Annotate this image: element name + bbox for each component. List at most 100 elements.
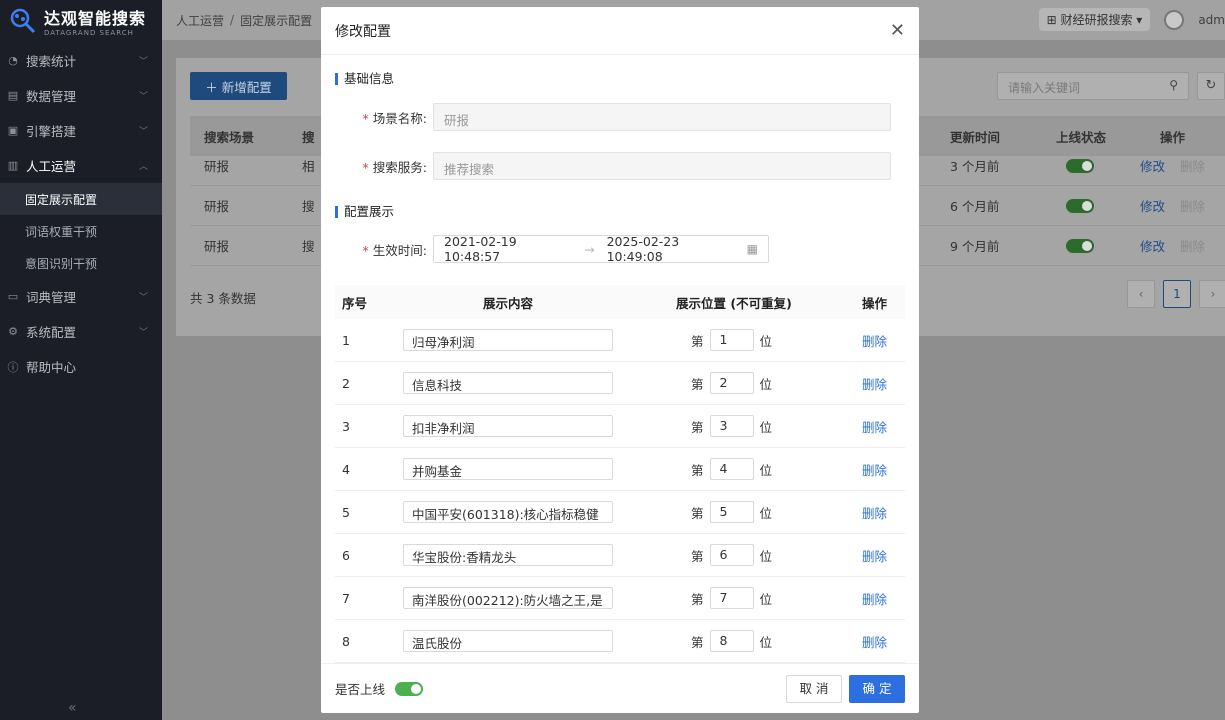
avatar[interactable] — [1164, 9, 1185, 30]
breadcrumb-current: 固定展示配置 — [240, 13, 313, 28]
header-scene: 搜索场景 — [204, 129, 255, 145]
effective-time-row: * 生效时间: 2021-02-19 10:48:57 → 2025-02-23 … — [335, 234, 769, 264]
online-toggle[interactable] — [1066, 198, 1094, 213]
delete-link[interactable]: 删除 — [1180, 156, 1205, 175]
header-idx: 序号 — [342, 295, 368, 311]
cell-time: 9 个月前 — [950, 239, 1000, 254]
close-icon[interactable]: ✕ — [890, 20, 905, 41]
confirm-button[interactable]: 确 定 — [849, 675, 905, 703]
section-display-title: 配置展示 — [335, 205, 394, 218]
delete-link[interactable]: 删除 — [1180, 236, 1205, 255]
breadcrumb-separator: / — [230, 13, 235, 27]
info-icon: ⓘ — [7, 360, 19, 374]
header-position: 展示位置 (不可重复) — [676, 295, 792, 311]
sidebar-item-dictionary[interactable]: ▭ 词典管理 ﹀ — [0, 279, 162, 314]
table-row: 2 信息科技 第2位 删除 — [335, 362, 905, 405]
page-button[interactable]: 1 — [1163, 280, 1191, 308]
content-input[interactable]: 扣非净利润 — [403, 415, 613, 437]
pos-suffix: 位 — [759, 505, 773, 521]
search-service-input[interactable]: 推荐搜索 — [433, 152, 891, 180]
content-input[interactable]: 信息科技 — [403, 372, 613, 394]
sidebar-subitem-fixed-display[interactable]: 固定展示配置 — [0, 183, 162, 215]
sidebar-subitem-intent[interactable]: 意图识别干预 — [0, 247, 162, 279]
delete-link[interactable]: 删除 — [862, 417, 887, 436]
dictionary-icon: ▭ — [7, 290, 19, 303]
arrow-right-icon: → — [584, 241, 595, 257]
display-table-header: 序号 展示内容 展示位置 (不可重复) 操作 — [335, 285, 905, 319]
chart-pie-icon: ◔ — [8, 54, 18, 67]
brand-logo[interactable]: 达观智能搜索 DATAGRAND SEARCH — [0, 0, 162, 42]
content-input[interactable]: 南洋股份(002212):防火墙之王,是 — [403, 587, 613, 609]
logo-icon — [8, 6, 38, 36]
sidebar-item-system[interactable]: ⚙ 系统配置 ﹀ — [0, 314, 162, 349]
row-idx: 4 — [342, 461, 350, 477]
online-toggle[interactable] — [395, 681, 424, 696]
content-input[interactable]: 温氏股份 — [403, 630, 613, 652]
scene-name-input[interactable]: 研报 — [433, 103, 891, 131]
cell-time: 6 个月前 — [950, 199, 1000, 214]
content-input[interactable]: 中国平安(601318):核心指标稳健 — [403, 501, 613, 523]
row-idx: 5 — [342, 504, 350, 520]
position-input[interactable]: 8 — [709, 630, 754, 652]
delete-link[interactable]: 删除 — [862, 460, 887, 479]
cell-scene: 研报 — [204, 199, 230, 214]
content-input[interactable]: 华宝股份:香精龙头 — [403, 544, 613, 566]
delete-link[interactable]: 删除 — [862, 374, 887, 393]
position-input[interactable]: 1 — [709, 329, 754, 351]
sidebar-item-manual-ops[interactable]: ▥ 人工运营 ︿ — [0, 148, 162, 183]
sidebar-item-search-stats[interactable]: ◔ 搜索统计 ﹀ — [0, 43, 162, 78]
delete-link[interactable]: 删除 — [1180, 196, 1205, 215]
app-switcher[interactable]: ⊞ 财经研报搜索 ▾ — [1038, 8, 1151, 31]
position-input[interactable]: 3 — [709, 415, 754, 437]
position-input[interactable]: 2 — [709, 372, 754, 394]
cell-col2: 相 — [302, 159, 315, 174]
brand-name: 达观智能搜索 — [44, 9, 147, 28]
end-time[interactable]: 2025-02-23 10:49:08 — [607, 234, 735, 264]
edit-link[interactable]: 修改 — [1140, 156, 1165, 175]
sidebar-item-help[interactable]: ⓘ 帮助中心 — [0, 349, 162, 384]
online-toggle[interactable] — [1066, 158, 1094, 173]
pos-prefix: 第 — [691, 505, 704, 521]
delete-link[interactable]: 删除 — [862, 546, 887, 565]
position-input[interactable]: 6 — [709, 544, 754, 566]
pos-suffix: 位 — [759, 634, 773, 650]
content-input[interactable]: 归母净利润 — [403, 329, 613, 351]
sidebar-item-data-mgmt[interactable]: ▤ 数据管理 ﹀ — [0, 78, 162, 113]
chevron-up-icon: ︿ — [138, 162, 148, 172]
add-config-button[interactable]: ＋新增配置 — [190, 72, 287, 100]
pos-prefix: 第 — [691, 419, 704, 435]
plus-icon: ＋ — [205, 79, 218, 95]
date-range-picker[interactable]: 2021-02-19 10:48:57 → 2025-02-23 10:49:0… — [433, 234, 769, 264]
position-input[interactable]: 5 — [709, 501, 754, 523]
edit-config-modal: 修改配置 ✕ 基础信息 * 场景名称: 研报 * 搜索服务: 推荐搜索 配置展示 *… — [321, 7, 919, 713]
pos-suffix: 位 — [759, 548, 773, 564]
user-name[interactable]: adm — [1198, 13, 1225, 27]
delete-link[interactable]: 删除 — [862, 503, 887, 522]
position-input[interactable]: 7 — [709, 587, 754, 609]
sidebar-subitem-word-weight[interactable]: 词语权重干预 — [0, 215, 162, 247]
edit-link[interactable]: 修改 — [1140, 196, 1165, 215]
apps-grid-icon: ⊞ — [1046, 13, 1061, 27]
start-time[interactable]: 2021-02-19 10:48:57 — [444, 234, 572, 264]
pos-prefix: 第 — [691, 548, 704, 564]
search-service-row: * 搜索服务: 推荐搜索 — [335, 152, 891, 180]
delete-link[interactable]: 删除 — [862, 589, 887, 608]
prev-page-button[interactable]: ‹ — [1127, 280, 1155, 308]
calendar-icon[interactable]: ▦ — [747, 242, 758, 256]
search-service-label: * 搜索服务: — [362, 159, 427, 175]
next-page-button[interactable]: › — [1199, 280, 1225, 308]
content-input[interactable]: 并购基金 — [403, 458, 613, 480]
online-toggle[interactable] — [1066, 238, 1094, 253]
edit-link[interactable]: 修改 — [1140, 236, 1165, 255]
delete-link[interactable]: 删除 — [862, 331, 887, 350]
cancel-button[interactable]: 取 消 — [786, 675, 842, 703]
search-input[interactable]: 请输入关键词 ⚲ — [997, 72, 1189, 100]
search-icon[interactable]: ⚲ — [1169, 78, 1178, 92]
sidebar-item-engine[interactable]: ▣ 引擎搭建 ﹀ — [0, 113, 162, 148]
position-input[interactable]: 4 — [709, 458, 754, 480]
breadcrumb-root[interactable]: 人工运营 — [176, 12, 224, 29]
refresh-button[interactable]: ↻ — [1197, 72, 1225, 100]
collapse-sidebar-icon[interactable]: « — [68, 700, 77, 716]
required-mark: * — [362, 242, 369, 258]
delete-link[interactable]: 删除 — [862, 632, 887, 651]
